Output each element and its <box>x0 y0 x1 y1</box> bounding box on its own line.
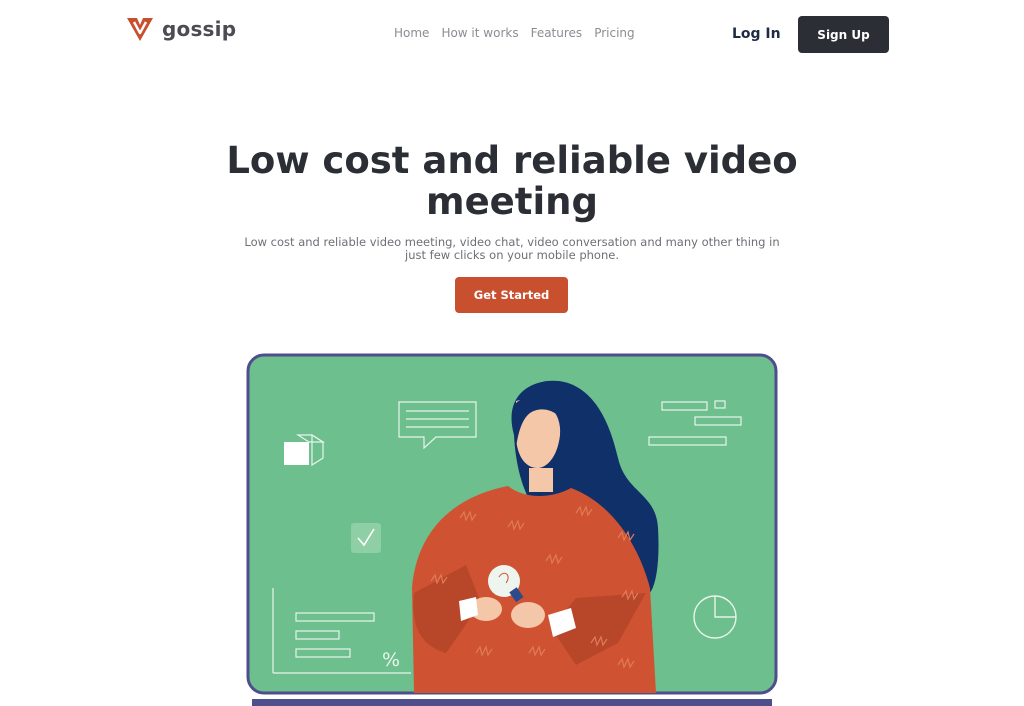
laptop-base <box>252 699 772 706</box>
hero-title: Low cost and reliable video meeting <box>226 139 798 223</box>
hero-illustration: % <box>246 353 778 706</box>
nav-link-pricing[interactable]: Pricing <box>594 26 634 40</box>
checkbox-icon <box>351 523 381 553</box>
percent-symbol: % <box>382 649 400 671</box>
get-started-button[interactable]: Get Started <box>455 277 568 313</box>
signup-button[interactable]: Sign Up <box>798 16 889 53</box>
hero-subtitle: Low cost and reliable video meeting, vid… <box>244 235 780 262</box>
login-link[interactable]: Log In <box>732 26 781 42</box>
nav-link-home[interactable]: Home <box>394 26 429 40</box>
brand-name: gossip <box>162 17 237 41</box>
main-nav: Home How it works Features Pricing <box>394 26 635 40</box>
landing-page: gossip Home How it works Features Pricin… <box>0 0 1024 706</box>
nav-link-features[interactable]: Features <box>531 26 583 40</box>
logo-icon <box>127 18 153 41</box>
brand-logo[interactable]: gossip <box>126 16 236 42</box>
nav-link-how-it-works[interactable]: How it works <box>441 26 518 40</box>
